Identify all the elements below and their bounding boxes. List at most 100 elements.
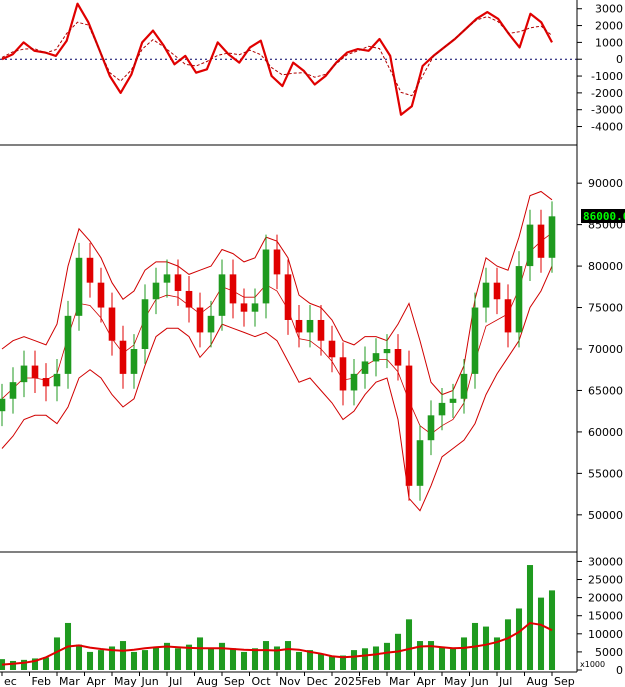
- volume-bar: [207, 648, 215, 670]
- candle-body: [405, 365, 413, 486]
- volume-bar: [482, 626, 490, 670]
- price-y-tick-label: 90000: [588, 177, 623, 190]
- x-tick-label: Mar: [389, 675, 410, 687]
- candle-body: [460, 373, 468, 399]
- candle-body: [163, 274, 171, 283]
- oscillator-y-tick-label: -4000: [591, 121, 623, 134]
- candle-body: [328, 340, 336, 358]
- volume-bar: [86, 651, 94, 670]
- candle-body: [64, 315, 72, 374]
- candle-body: [141, 299, 149, 349]
- volume-bar: [42, 657, 50, 670]
- volume-y-tick-label: 10000: [588, 628, 623, 641]
- candle-body: [317, 319, 325, 341]
- x-tick-label: ec: [4, 675, 17, 687]
- candle-body: [416, 440, 424, 486]
- candle-body: [361, 361, 369, 374]
- candle-body: [152, 282, 160, 300]
- price-y-tick-label: 70000: [588, 343, 623, 356]
- candle-body: [53, 373, 61, 387]
- volume-bar: [328, 655, 336, 670]
- volume-bar: [350, 650, 358, 670]
- candle-body: [471, 307, 479, 374]
- x-tick-label: Sep: [224, 675, 245, 687]
- price-y-tick-label: 75000: [588, 302, 623, 315]
- oscillator-y-tick-label: 2000: [595, 20, 623, 33]
- volume-bar: [141, 650, 149, 670]
- candle-body: [427, 415, 435, 441]
- volume-bar: [526, 565, 534, 670]
- oscillator-y-tick-label: 0: [616, 53, 623, 66]
- volume-bar: [383, 642, 391, 670]
- x-tick-label: Aug: [527, 675, 548, 687]
- volume-y-tick-label: 0: [616, 664, 623, 677]
- candle-body: [262, 249, 270, 304]
- candle-body: [9, 382, 17, 399]
- oscillator-y-tick-label: -2000: [591, 87, 623, 100]
- volume-y-tick-label: 30000: [588, 555, 623, 568]
- x-tick-label: Aug: [197, 675, 218, 687]
- x-tick-label: Sep: [554, 675, 575, 687]
- volume-y-tick-label: 5000: [595, 646, 623, 659]
- volume-bar: [20, 659, 28, 670]
- volume-bar: [460, 637, 468, 670]
- volume-bar: [449, 648, 457, 670]
- volume-bar: [405, 619, 413, 670]
- candle-body: [185, 290, 193, 308]
- candle-body: [218, 274, 226, 316]
- volume-bar: [229, 648, 237, 670]
- volume-bar: [284, 641, 292, 670]
- x-tick-label: Jun: [471, 675, 489, 687]
- candle-body: [86, 257, 94, 283]
- candle-body: [284, 274, 292, 320]
- candle-body: [31, 365, 39, 379]
- candle-body: [20, 365, 28, 383]
- candle-body: [372, 353, 380, 362]
- volume-bar: [218, 642, 226, 670]
- candle-body: [504, 299, 512, 333]
- volume-bar: [119, 641, 127, 670]
- volume-bar: [361, 648, 369, 670]
- candle-body: [394, 349, 402, 366]
- x-tick-label: Nov: [279, 675, 301, 687]
- candle-body: [548, 216, 556, 258]
- volume-y-tick-label: 25000: [588, 574, 623, 587]
- candle-body: [42, 378, 50, 387]
- candle-body: [119, 340, 127, 374]
- oscillator-y-tick-label: -3000: [591, 104, 623, 117]
- candle-body: [438, 402, 446, 416]
- volume-bar: [317, 653, 325, 670]
- x-tick-label: Jun: [141, 675, 159, 687]
- x-tick-label: May: [444, 675, 467, 687]
- candle-body: [350, 373, 358, 391]
- x-tick-label: Feb: [32, 675, 51, 687]
- volume-bar: [416, 641, 424, 670]
- volume-bar: [504, 619, 512, 670]
- volume-y-tick-label: 20000: [588, 592, 623, 605]
- volume-bar: [251, 648, 259, 670]
- candle-body: [97, 282, 105, 308]
- volume-bar: [174, 648, 182, 670]
- oscillator-y-tick-label: 3000: [595, 3, 623, 16]
- volume-bar: [438, 646, 446, 670]
- candle-body: [251, 303, 259, 312]
- x-tick-label: Dec: [307, 675, 328, 687]
- candle-body: [273, 249, 281, 275]
- volume-bar: [537, 597, 545, 670]
- volume-bar: [130, 651, 138, 670]
- candle-body: [108, 307, 116, 341]
- price-y-tick-label: 60000: [588, 426, 623, 439]
- candle-body: [0, 398, 6, 412]
- candle-body: [383, 349, 391, 354]
- volume-unit-label: x1000: [580, 660, 605, 669]
- oscillator-y-tick-label: 1000: [595, 36, 623, 49]
- volume-bar: [515, 608, 523, 670]
- x-tick-label: Apr: [87, 675, 107, 687]
- candle-body: [449, 398, 457, 403]
- candle-body: [174, 274, 182, 291]
- volume-bar: [75, 644, 83, 670]
- x-tick-label: Oct: [252, 675, 272, 687]
- candle-body: [196, 307, 204, 333]
- volume-bar: [262, 641, 270, 670]
- price-y-tick-label: 55000: [588, 467, 623, 480]
